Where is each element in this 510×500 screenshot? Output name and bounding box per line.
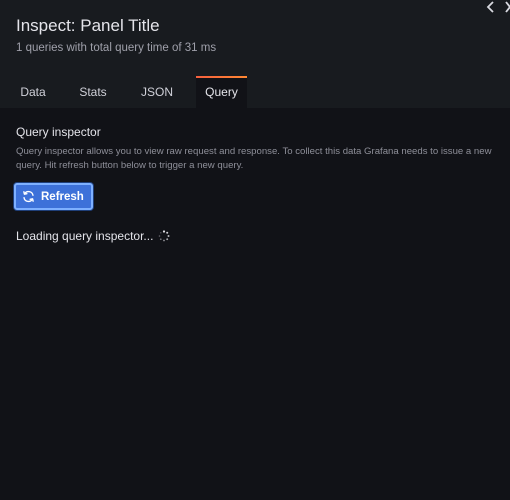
drawer-header: Inspect: Panel Title 1 queries with tota… — [0, 0, 510, 108]
drawer-title: Inspect: Panel Title — [16, 16, 160, 35]
tab-query[interactable]: Query — [196, 76, 247, 108]
tab-stats[interactable]: Stats — [70, 76, 116, 108]
loading-text: Loading query inspector... — [16, 229, 154, 243]
drawer-subtitle: 1 queries with total query time of 31 ms — [16, 42, 217, 54]
tab-bar: Data Stats JSON Query — [0, 76, 510, 108]
refresh-button[interactable]: Refresh — [14, 183, 93, 210]
refresh-icon — [22, 190, 35, 203]
tab-json[interactable]: JSON — [133, 76, 181, 108]
inspect-drawer: Inspect: Panel Title 1 queries with tota… — [0, 0, 510, 500]
close-icon[interactable] — [503, 0, 510, 14]
spinner-icon — [158, 230, 170, 242]
loading-indicator: Loading query inspector... — [16, 229, 170, 243]
query-inspector-title: Query inspector — [16, 125, 101, 139]
refresh-button-label: Refresh — [41, 190, 84, 203]
tab-data[interactable]: Data — [10, 76, 56, 108]
query-inspector-description: Query inspector allows you to view raw r… — [16, 146, 492, 171]
chevron-left-icon[interactable] — [484, 0, 498, 14]
